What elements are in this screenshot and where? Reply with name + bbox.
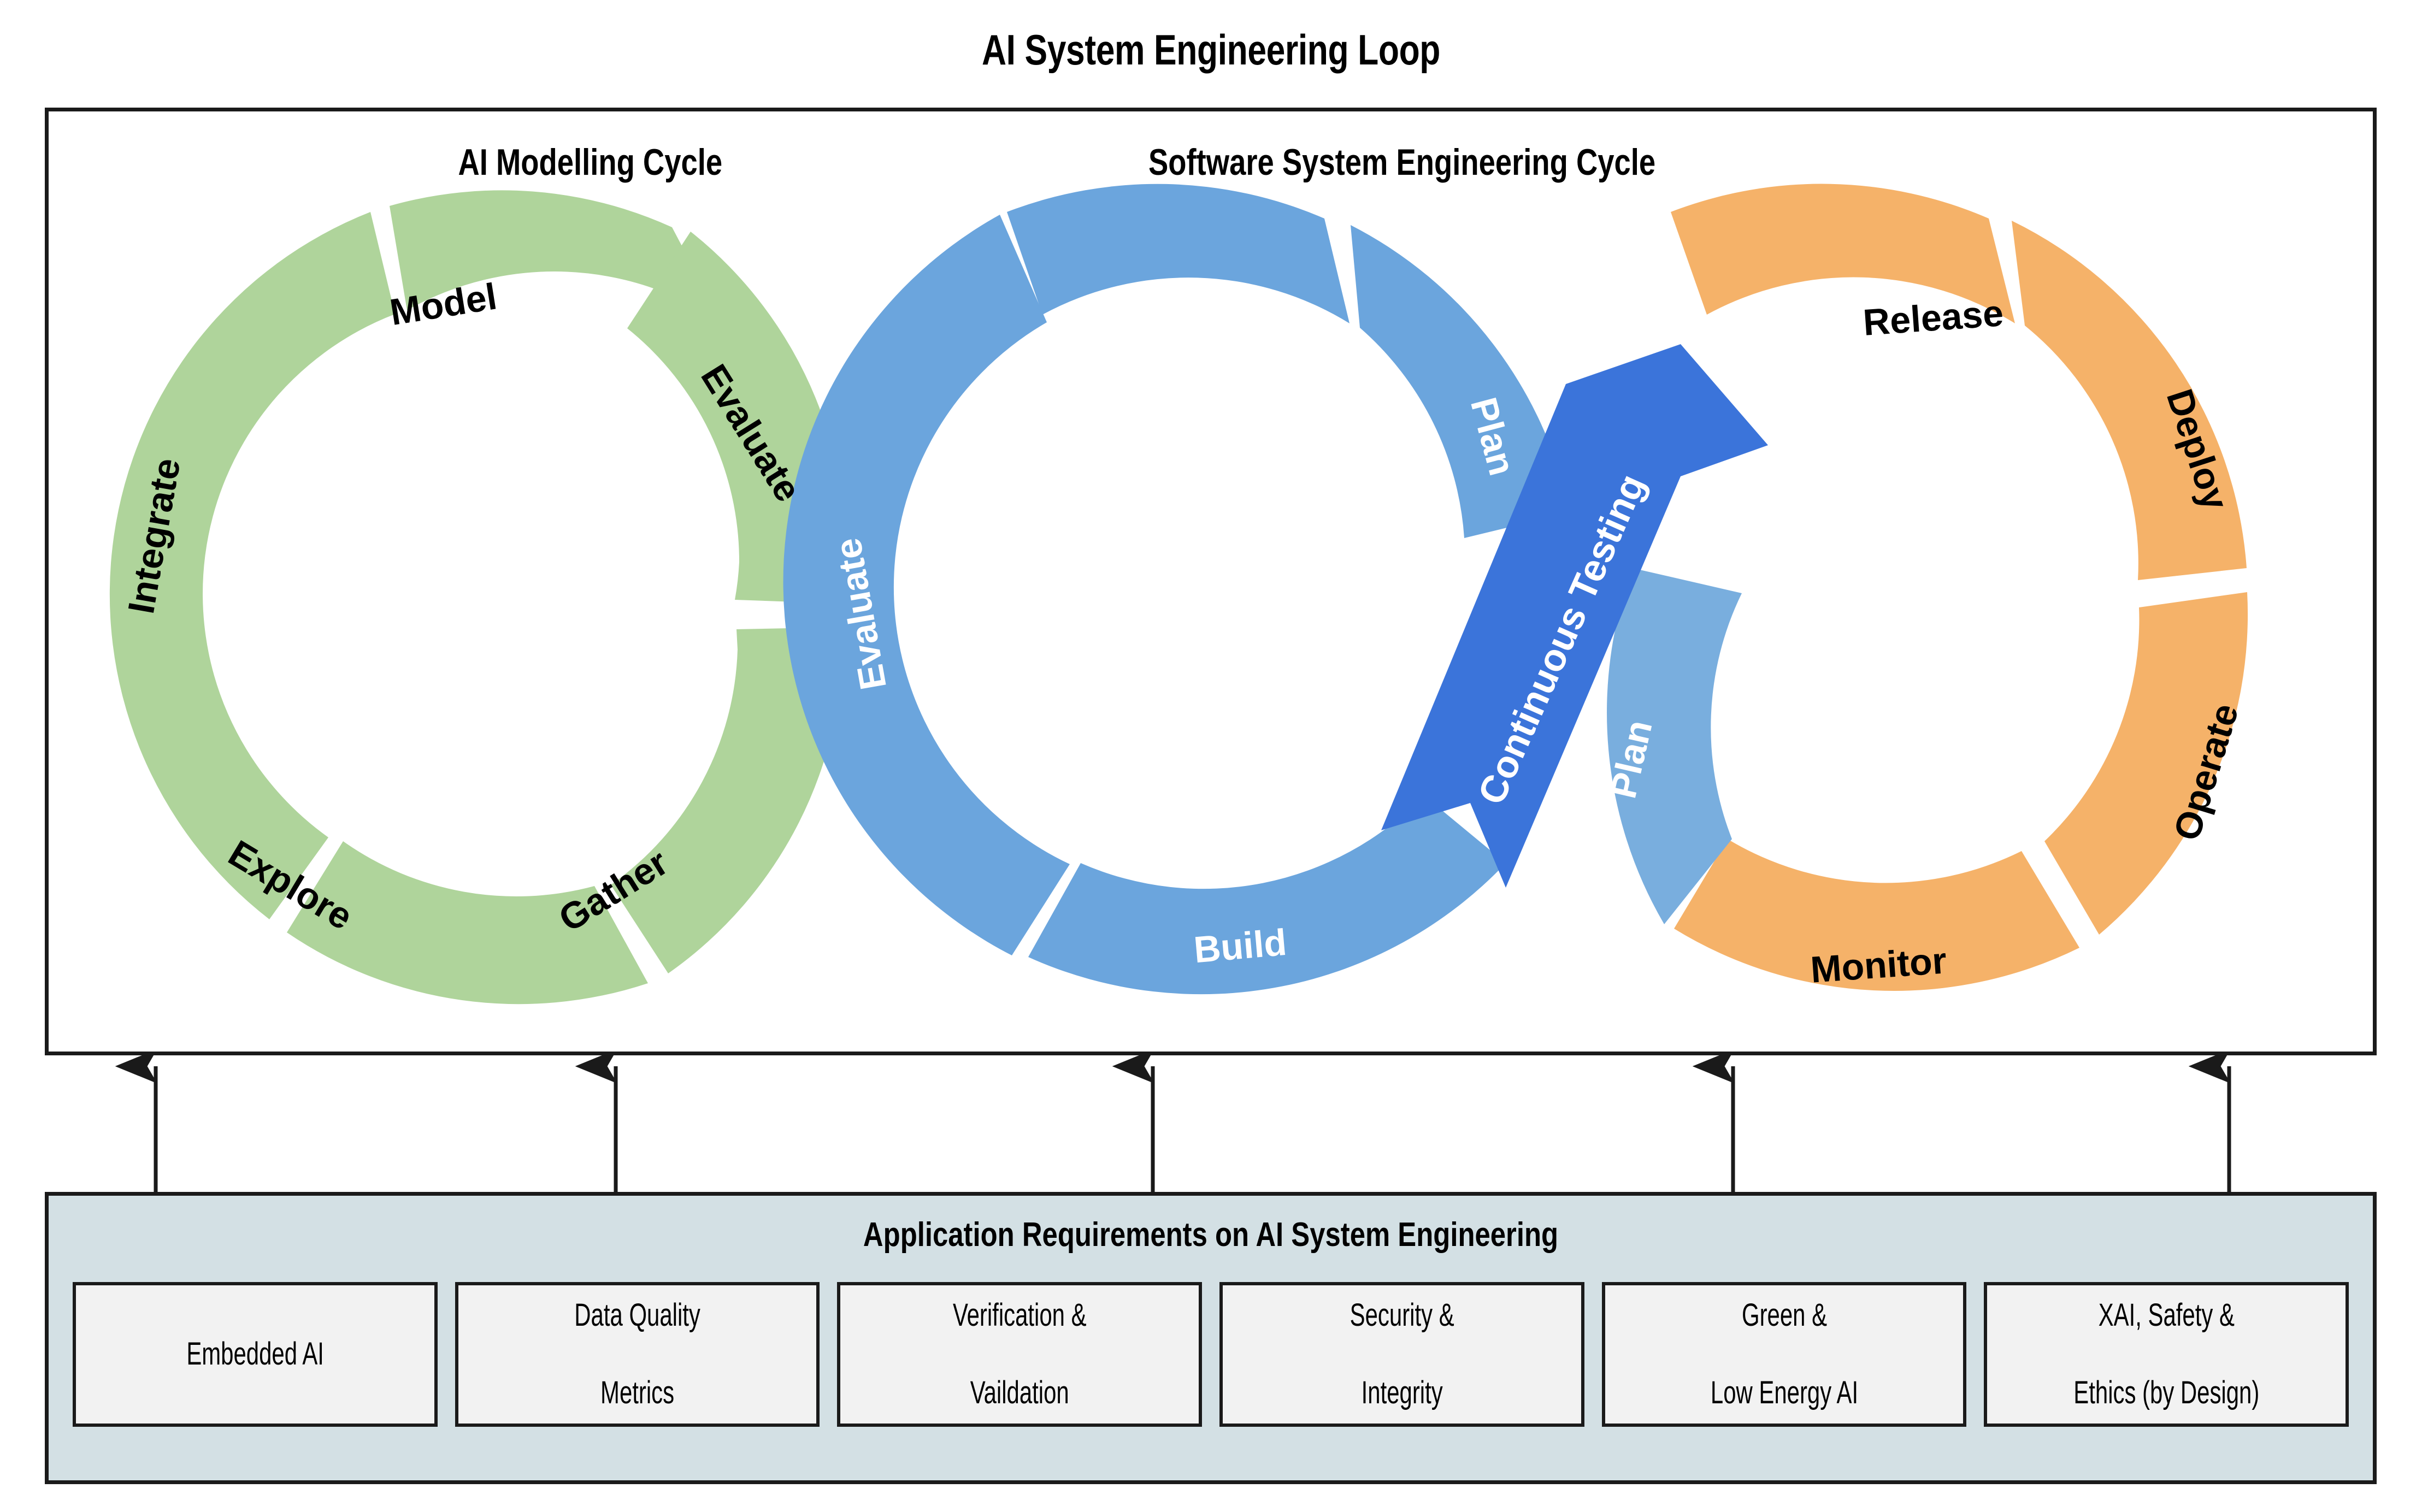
- segment-evaluate[interactable]: [783, 215, 1070, 955]
- label-code: Code: [1123, 282, 1219, 332]
- requirement-line1: Verification &: [952, 1297, 1087, 1333]
- connector-arrows: [115, 1055, 2231, 1192]
- requirement-line2: Ethics (by Design): [2073, 1374, 2260, 1410]
- requirement-line1: Data Quality: [574, 1297, 700, 1333]
- requirement-box-xai-safety-ethics[interactable]: XAI, Safety & Ethics (by Design): [1984, 1282, 2349, 1427]
- requirement-box-verification-validation[interactable]: Verification & Vaildation: [837, 1282, 1203, 1427]
- requirement-line2: Low Energy AI: [1710, 1374, 1858, 1410]
- requirement-box-data-quality-metrics[interactable]: Data Quality Metrics: [455, 1282, 820, 1427]
- requirement-line2: Integrity: [1361, 1374, 1443, 1410]
- label-build: Build: [1192, 922, 1288, 971]
- requirements-panel-title: Application Requirements on AI System En…: [863, 1216, 1559, 1254]
- segment-deploy[interactable]: [2012, 221, 2247, 580]
- application-requirements-panel: Application Requirements on AI System En…: [45, 1192, 2377, 1484]
- label-release: Release: [1862, 292, 2005, 344]
- requirement-line1: XAI, Safety &: [2098, 1297, 2235, 1333]
- requirement-box-embedded-ai[interactable]: Embedded AI: [73, 1282, 438, 1427]
- diagram-canvas: AI System Engineering Loop AI Modelling …: [0, 0, 2422, 1512]
- requirement-line2: Vaildation: [970, 1374, 1069, 1410]
- requirement-box-security-integrity[interactable]: Security & Integrity: [1219, 1282, 1584, 1427]
- requirement-line1: Embedded AI: [186, 1336, 324, 1372]
- requirement-box-green-low-energy-ai[interactable]: Green & Low Energy AI: [1601, 1282, 1967, 1427]
- requirement-line2: Metrics: [600, 1374, 675, 1410]
- requirement-line1: Green &: [1741, 1297, 1827, 1333]
- requirement-line1: Security &: [1350, 1297, 1454, 1333]
- requirements-box-row: Embedded AI Data Quality Metrics Verific…: [73, 1282, 2349, 1427]
